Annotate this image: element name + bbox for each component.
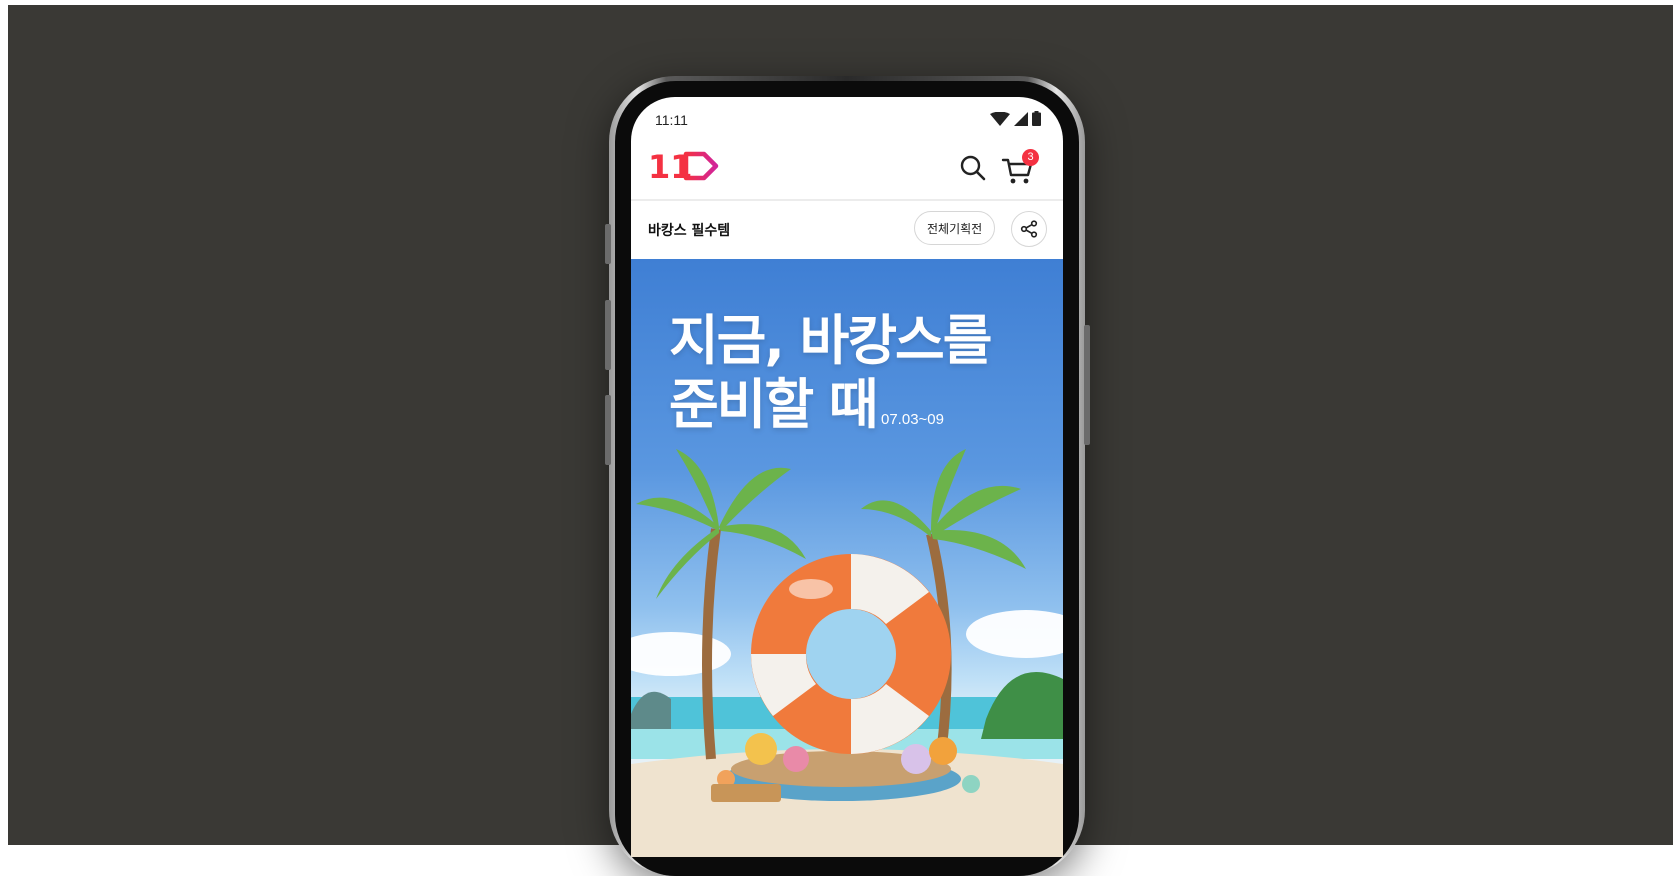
decor-ball bbox=[745, 733, 777, 765]
phone-volume-button bbox=[605, 224, 611, 264]
search-icon bbox=[960, 155, 986, 181]
share-button[interactable] bbox=[1011, 211, 1047, 247]
phone-screen: 11:11 11 3 바캉스 필수템 전체기획전 지금, 바캉스를 준비할 때 … bbox=[631, 97, 1063, 857]
search-button[interactable] bbox=[956, 151, 990, 185]
cloud bbox=[631, 632, 731, 676]
banner-heading-line1: 지금, 바캉스를 bbox=[669, 309, 992, 372]
phone-power-button bbox=[1084, 325, 1090, 445]
banner-date-range: 07.03~09 bbox=[881, 411, 944, 428]
share-icon bbox=[1020, 220, 1038, 238]
signal-icon bbox=[1014, 111, 1028, 126]
palm-leaves-left bbox=[636, 449, 806, 599]
wooden-board bbox=[711, 784, 781, 802]
app-header: 11 3 bbox=[631, 135, 1063, 201]
decor-ball bbox=[783, 746, 809, 772]
island-trees bbox=[981, 672, 1063, 739]
page-header: 바캉스 필수템 전체기획전 bbox=[631, 201, 1063, 256]
battery-icon bbox=[1032, 111, 1041, 126]
palm-leaves-right bbox=[861, 449, 1026, 569]
status-icons bbox=[990, 111, 1041, 126]
promo-banner[interactable]: 지금, 바캉스를 준비할 때 07.03~09 bbox=[631, 259, 1063, 857]
lifebuoy-ring bbox=[751, 554, 951, 754]
cloud bbox=[966, 610, 1063, 658]
all-events-button[interactable]: 전체기획전 bbox=[914, 211, 996, 245]
brand-logo[interactable]: 11 bbox=[648, 148, 720, 188]
logo-11st-mark: 11 bbox=[648, 148, 719, 186]
decor-ball bbox=[929, 737, 957, 765]
cart-count-badge: 3 bbox=[1022, 149, 1039, 166]
phone-volume-button bbox=[605, 300, 611, 370]
status-bar: 11:11 bbox=[631, 97, 1063, 135]
status-time: 11:11 bbox=[655, 112, 688, 128]
cart-button[interactable]: 3 bbox=[1001, 149, 1039, 187]
wifi-icon bbox=[990, 111, 1010, 126]
decor-ball bbox=[901, 744, 931, 774]
phone-volume-button bbox=[605, 395, 611, 465]
decor-ball bbox=[962, 775, 980, 793]
page-title: 바캉스 필수템 bbox=[648, 223, 731, 239]
